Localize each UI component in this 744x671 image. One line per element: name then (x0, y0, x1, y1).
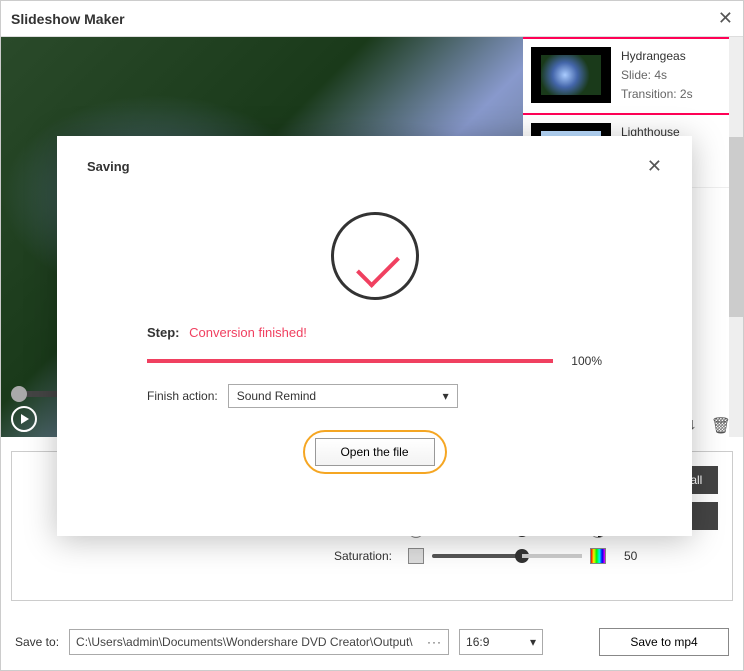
scrubber-knob[interactable] (11, 386, 27, 402)
saturation-high-icon (590, 548, 606, 564)
saturation-value: 50 (624, 549, 654, 563)
slide-duration: Slide: 4s (621, 66, 693, 85)
progress-percent: 100% (571, 354, 602, 368)
list-toolbar: ↓ 🗑 (689, 416, 731, 436)
play-button[interactable] (11, 406, 37, 432)
browse-icon[interactable]: ··· (427, 635, 442, 649)
dialog-title: Saving (87, 159, 647, 174)
step-label: Step: (147, 325, 180, 340)
saturation-knob[interactable] (515, 549, 529, 563)
progress-bar (147, 359, 553, 363)
slide-transition: Transition: 2s (621, 85, 693, 104)
app-window: Slideshow Maker ✕ Hydrangeas Slide: 4s T… (0, 0, 744, 671)
success-check-icon (331, 212, 419, 300)
chevron-down-icon: ▾ (530, 635, 536, 649)
save-path-text: C:\Users\admin\Documents\Wondershare DVD… (76, 635, 413, 649)
save-button[interactable]: Save to mp4 (599, 628, 729, 656)
saturation-slider[interactable] (432, 554, 582, 558)
finish-action-value: Sound Remind (237, 389, 316, 403)
scrollbar-thumb[interactable] (729, 137, 743, 317)
save-to-label: Save to: (15, 635, 59, 649)
saturation-label: Saturation: (90, 549, 400, 563)
slide-name: Hydrangeas (621, 47, 693, 66)
chevron-down-icon: ▾ (443, 389, 449, 403)
slide-info: Hydrangeas Slide: 4s Transition: 2s (611, 47, 693, 105)
finish-action-label: Finish action: (147, 389, 218, 403)
saving-dialog: Saving ✕ Step: Conversion finished! 100%… (57, 136, 692, 536)
slide-thumbnail (531, 47, 611, 103)
window-title: Slideshow Maker (11, 11, 718, 27)
open-file-button[interactable]: Open the file (315, 438, 435, 466)
scrollbar[interactable] (729, 37, 743, 437)
dialog-close-icon[interactable]: ✕ (647, 156, 662, 177)
aspect-ratio-select[interactable]: 16:9 ▾ (459, 629, 543, 655)
title-bar: Slideshow Maker ✕ (1, 1, 743, 37)
delete-icon[interactable]: 🗑 (711, 416, 731, 436)
save-path-field[interactable]: C:\Users\admin\Documents\Wondershare DVD… (69, 629, 449, 655)
saturation-low-icon (408, 548, 424, 564)
window-close-icon[interactable]: ✕ (718, 8, 733, 29)
open-file-highlight: Open the file (303, 430, 447, 474)
bottom-bar: Save to: C:\Users\admin\Documents\Wonder… (1, 614, 743, 670)
step-status: Conversion finished! (189, 325, 307, 340)
list-item[interactable]: Hydrangeas Slide: 4s Transition: 2s (523, 37, 743, 115)
aspect-ratio-value: 16:9 (466, 635, 489, 649)
finish-action-select[interactable]: Sound Remind ▾ (228, 384, 458, 408)
